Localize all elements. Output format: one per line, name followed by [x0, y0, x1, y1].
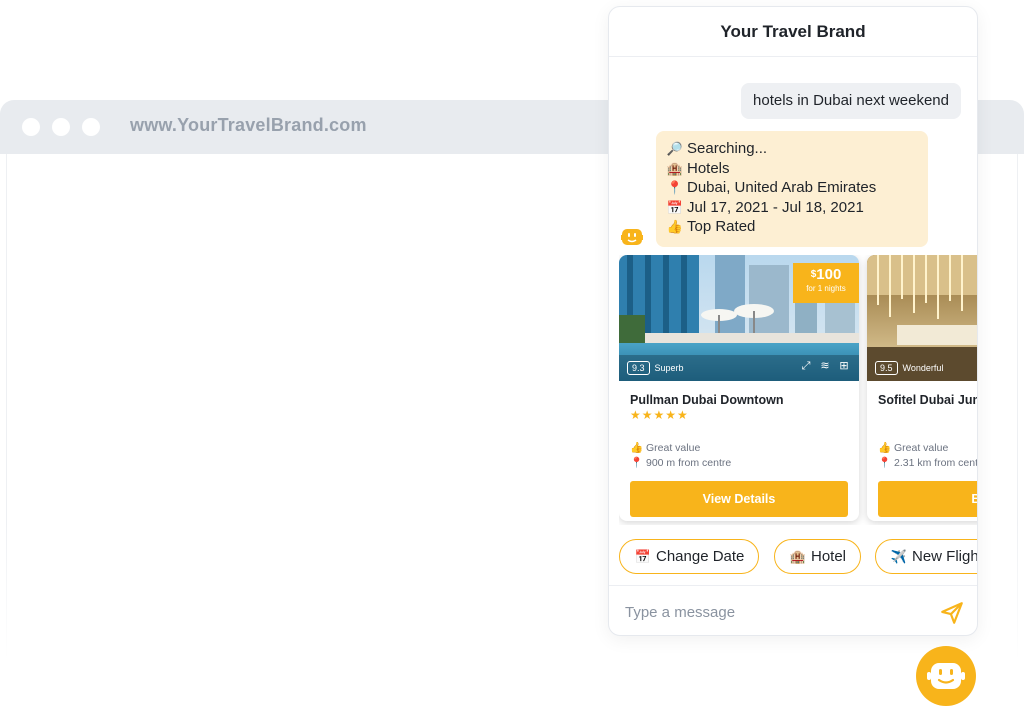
magnifier-icon: 🔎: [666, 141, 684, 156]
chat-widget: Your Travel Brand hotels in Dubai next w…: [608, 6, 978, 636]
rating-label: Wonderful: [902, 363, 944, 373]
value-label: 👍 Great value: [878, 441, 948, 454]
chip-hotel[interactable]: 🏨 Hotel: [774, 539, 862, 574]
price-note: for 1 nights: [806, 284, 846, 293]
value-label: 👍 Great value: [630, 441, 700, 454]
hotel-photo[interactable]: 9.5 Wonderful: [867, 255, 977, 381]
calendar-icon: 📅: [666, 199, 684, 215]
price-amount: $100: [793, 266, 859, 283]
message-composer: [609, 585, 977, 635]
star-rating: ★★★★★: [630, 408, 689, 422]
pool-icon: ≋: [820, 359, 830, 372]
chat-title: Your Travel Brand: [609, 7, 977, 57]
view-details-button[interactable]: View Details: [630, 481, 848, 517]
chip-label: New Flight: [912, 548, 978, 565]
window-dot-close[interactable]: [22, 118, 40, 136]
rating-score: 9.3: [627, 361, 650, 375]
hotel-card[interactable]: $100 for 1 nights 9.3 Superb ⤢ ≋ ⊞ Pullm…: [619, 255, 859, 521]
bot-face-icon: [927, 663, 965, 689]
hotel-icon: 🏨: [789, 548, 807, 564]
calendar-icon: 📅: [634, 548, 652, 564]
value-text: Great value: [894, 442, 949, 454]
chat-launcher-button[interactable]: [916, 646, 976, 706]
bot-line-text: Dubai, United Arab Emirates: [687, 179, 877, 197]
chip-label: Hotel: [811, 548, 847, 565]
chip-change-date[interactable]: 📅 Change Date: [619, 539, 760, 574]
bot-line-text: Jul 17, 2021 - Jul 18, 2021: [687, 198, 864, 216]
thumbs-up-icon: 👍: [666, 219, 684, 235]
message-input[interactable]: [625, 596, 925, 628]
user-message-bubble: hotels in Dubai next weekend: [741, 83, 961, 119]
pin-icon: 📍: [878, 457, 892, 469]
thumbs-up-icon: 👍: [630, 442, 644, 454]
hotel-carousel[interactable]: $100 for 1 nights 9.3 Superb ⤢ ≋ ⊞ Pullm…: [619, 255, 978, 525]
rating-badge: 9.3 Superb: [627, 361, 684, 375]
hotel-card[interactable]: 9.5 Wonderful Sofitel Dubai Jumeirah Bea…: [867, 255, 978, 521]
chip-label: Change Date: [656, 548, 745, 565]
distance-text: 2.31 km from centre: [894, 457, 978, 469]
thumbs-up-icon: 👍: [878, 442, 892, 454]
rating-badge: 9.5 Wonderful: [875, 361, 943, 375]
quick-replies: 📅 Change Date 🏨 Hotel ✈️ New Flight: [619, 539, 978, 579]
distance-label: 📍 2.31 km from centre: [878, 456, 978, 469]
distance-label: 📍 900 m from centre: [630, 456, 731, 469]
bot-line-sort: 👍 Top Rated: [666, 217, 918, 237]
bot-line-location: 📍 Dubai, United Arab Emirates: [666, 178, 918, 198]
book-button[interactable]: Book: [878, 481, 977, 517]
send-icon[interactable]: [939, 600, 965, 626]
window-dot-minimize[interactable]: [52, 118, 70, 136]
amenity-icons: ⤢ ≋ ⊞: [799, 359, 851, 373]
hotel-icon: 🏨: [666, 160, 684, 176]
value-text: Great value: [646, 442, 701, 454]
restaurant-icon: ⊞: [839, 359, 849, 372]
price-value: 100: [816, 266, 842, 283]
bot-line-text: Searching...: [687, 140, 768, 157]
bot-line-dates: 📅 Jul 17, 2021 - Jul 18, 2021: [666, 198, 918, 218]
window-dot-maximize[interactable]: [82, 118, 100, 136]
pin-icon: 📍: [666, 180, 684, 196]
bot-line-text: Top Rated: [687, 218, 756, 236]
transfer-icon: ⤢: [801, 359, 811, 372]
bot-line-searching: 🔎 Searching...: [666, 139, 918, 159]
price-badge: $100 for 1 nights: [793, 263, 859, 303]
bot-message-bubble: 🔎 Searching... 🏨 Hotels 📍 Dubai, United …: [656, 131, 928, 247]
airplane-icon: ✈️: [890, 548, 908, 564]
rating-label: Superb: [654, 363, 684, 373]
hotel-name: Pullman Dubai Downtown: [630, 393, 784, 407]
bot-avatar-icon: [621, 229, 643, 245]
pin-icon: 📍: [630, 457, 644, 469]
chip-new-flight[interactable]: ✈️ New Flight: [875, 539, 978, 574]
rating-score: 9.5: [875, 361, 898, 375]
hotel-photo[interactable]: $100 for 1 nights 9.3 Superb ⤢ ≋ ⊞: [619, 255, 859, 381]
hotel-name: Sofitel Dubai Jumeirah Beach: [878, 393, 977, 407]
address-bar-url[interactable]: www.YourTravelBrand.com: [130, 115, 367, 136]
bot-line-category: 🏨 Hotels: [666, 159, 918, 179]
bot-line-text: Hotels: [687, 159, 730, 177]
distance-text: 900 m from centre: [646, 457, 732, 469]
